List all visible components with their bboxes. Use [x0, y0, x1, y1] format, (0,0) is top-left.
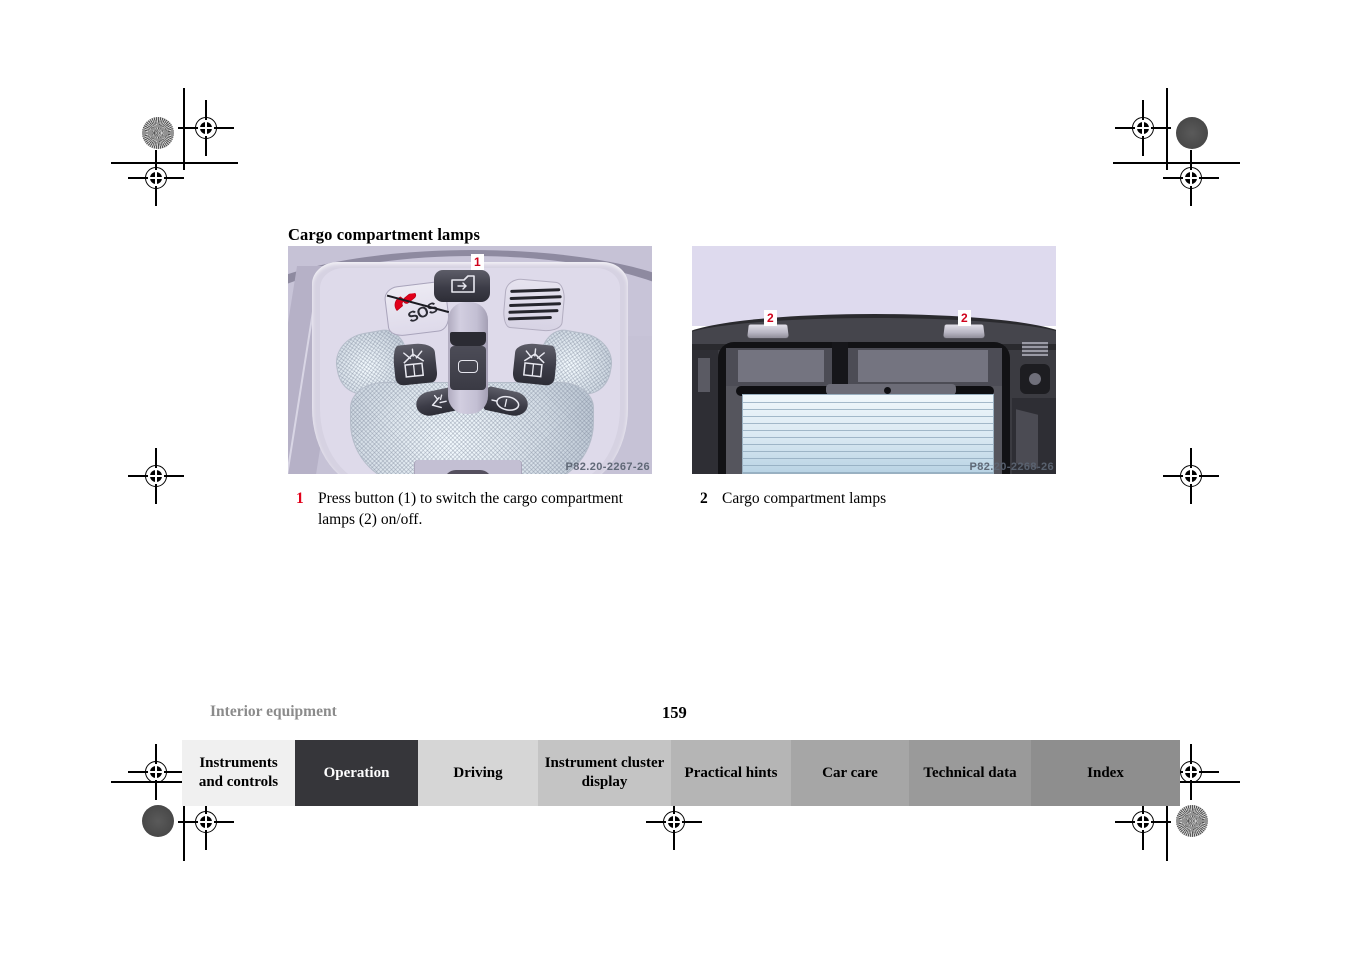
sliding-roof-switch[interactable] [448, 302, 488, 414]
cargo-shelf-panel-left [738, 350, 824, 382]
chapter-tab-index[interactable]: Index [1031, 740, 1180, 806]
caption-item-1: 1 Press button (1) to switch the cargo c… [296, 488, 656, 530]
cargo-compartment-lamp-button[interactable] [434, 270, 490, 302]
caption-number-2: 2 [700, 490, 708, 507]
chapter-tab-instruments-and-controls[interactable]: Instruments and controls [182, 740, 295, 806]
caption-item-2: 2 Cargo compartment lamps [700, 488, 1060, 509]
density-patch-top-right [1176, 117, 1208, 149]
callout-marker-2-right: 2 [958, 310, 971, 326]
page-title: Cargo compartment lamps [288, 224, 481, 244]
cargo-cover-knob-right [884, 387, 891, 394]
callout-marker-2-left: 2 [764, 310, 777, 326]
sliding-roof-switch-panel [450, 346, 486, 390]
footer-chapter-name: Interior equipment [210, 703, 337, 720]
tailgate-lamp-icon [451, 275, 475, 293]
sunblind-icon-left [403, 348, 425, 378]
cargo-air-vent [1022, 342, 1048, 356]
chapter-tab-label: Operation [323, 764, 390, 781]
chapter-tab-operation[interactable]: Operation [295, 740, 418, 806]
registration-mark-mid-left [128, 448, 184, 504]
trim-line-top-right [1113, 162, 1240, 164]
caption-text-2: Cargo compartment lamps [722, 490, 887, 507]
chapter-tab-label: Car care [822, 764, 878, 781]
sunblind-icon-right [522, 348, 545, 378]
cargo-cover-blind [742, 394, 994, 474]
cargo-tailgate-latch [1020, 364, 1050, 394]
chapter-tab-bar: Instruments and controls Operation Driving… [182, 740, 1180, 806]
chapter-tab-label: Technical data [923, 764, 1017, 781]
registration-mark-mid-right [1163, 448, 1219, 504]
footer-page-number: 159 [662, 703, 687, 722]
figure-overhead-console: SOS 1 P82.20-2267-26 [288, 246, 652, 474]
chapter-tab-driving[interactable]: Driving [418, 740, 538, 806]
callout-marker-1: 1 [471, 254, 484, 270]
chapter-tab-label: Practical hints [684, 764, 778, 781]
density-patch-top-left [142, 117, 174, 149]
cargo-shelf-panel-right [858, 350, 988, 382]
trim-line-top-left [111, 162, 238, 164]
registration-mark-top-left-b [128, 150, 184, 206]
rear-sunblind-button-right[interactable] [512, 341, 558, 387]
figure-code-left: P82.20-2267-26 [565, 461, 650, 473]
chapter-tab-car-care[interactable]: Car care [791, 740, 909, 806]
sunroof-glyph-icon [458, 360, 478, 373]
chapter-tab-label: Instruments and controls [198, 755, 279, 790]
cargo-compartment-lamp-right [943, 324, 985, 339]
sliding-roof-switch-band [450, 332, 486, 346]
caption-text-1: Press button (1) to switch the cargo com… [318, 490, 623, 528]
cargo-side-panel-left [692, 350, 718, 474]
chapter-tab-label: Driving [453, 764, 503, 781]
rear-sunblind-button-left[interactable] [392, 341, 438, 387]
page-canvas: Cargo compartment lamps SOS 1 P82.20-226… [0, 0, 1351, 954]
density-patch-bottom-right [1176, 805, 1208, 837]
density-patch-bottom-left [142, 805, 174, 837]
registration-mark-top-left-a [178, 100, 234, 156]
caption-number-1: 1 [296, 490, 304, 507]
chapter-tab-practical-hints[interactable]: Practical hints [671, 740, 791, 806]
chapter-tab-technical-data[interactable]: Technical data [909, 740, 1031, 806]
page-footer: Interior equipment 159 [210, 703, 1150, 725]
chapter-tab-label: Index [1087, 764, 1124, 781]
chapter-tab-instrument-cluster-display[interactable]: Instrument cluster display [538, 740, 671, 806]
registration-mark-top-right-a [1115, 100, 1171, 156]
registration-mark-top-right-b [1163, 150, 1219, 206]
figure-code-right: P82.20-2268-26 [969, 461, 1054, 473]
trim-line-top-right-v [1166, 88, 1168, 170]
microphone-grille [501, 277, 567, 333]
figure-cargo-compartment: 2 2 P82.20-2268-26 [692, 246, 1056, 474]
chapter-tab-label: Instrument cluster display [544, 755, 665, 790]
registration-mark-bottom-left-a [128, 744, 184, 800]
cargo-compartment-lamp-left [747, 324, 789, 339]
trim-line-top-left-v [183, 88, 185, 170]
rear-view-mirror-base [444, 470, 492, 474]
cargo-shelf-divider [832, 342, 848, 386]
